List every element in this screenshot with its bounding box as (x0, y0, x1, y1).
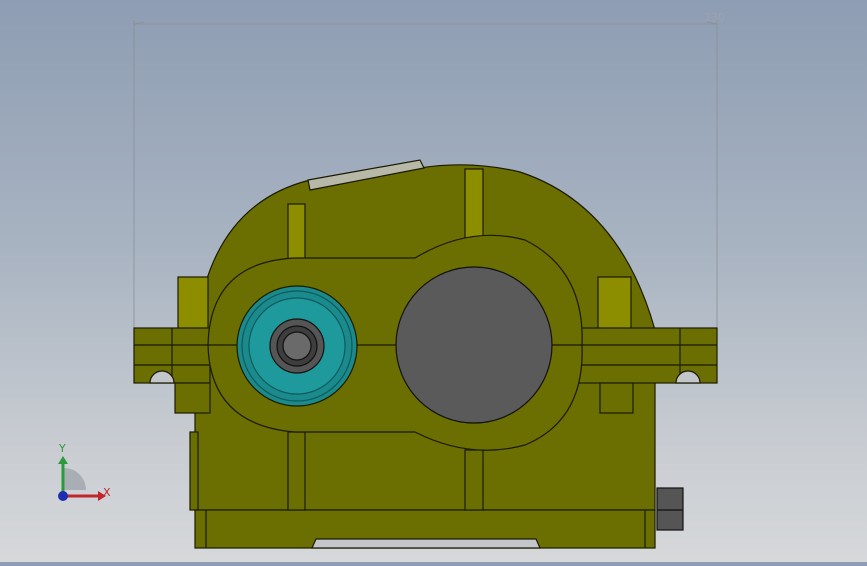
drain-plug (656, 487, 684, 531)
reference-triad: X Y (50, 440, 120, 510)
flange-right-lower (599, 382, 634, 414)
housing-rib-lower-right (464, 449, 484, 511)
side-boss-left (189, 431, 199, 511)
cad-graphics-area[interactable]: 230 X Y (0, 0, 867, 562)
triad-arc (64, 468, 86, 490)
cover-rib-right (464, 168, 484, 242)
base-foot-cutout (311, 538, 541, 549)
dimension-value[interactable]: 230 (704, 11, 725, 24)
output-shaft-bore (395, 266, 553, 424)
flange-left-upper (177, 276, 209, 331)
triad-x-label: X (103, 486, 111, 499)
flange-left-lower (174, 382, 211, 414)
cover-rib-left (287, 203, 306, 260)
gearbox-model-view[interactable] (0, 0, 867, 562)
z-axis-point (58, 491, 68, 501)
housing-rib-lower-left (287, 431, 306, 511)
triad-y-label: Y (59, 442, 66, 455)
flange-right-upper (597, 276, 632, 331)
